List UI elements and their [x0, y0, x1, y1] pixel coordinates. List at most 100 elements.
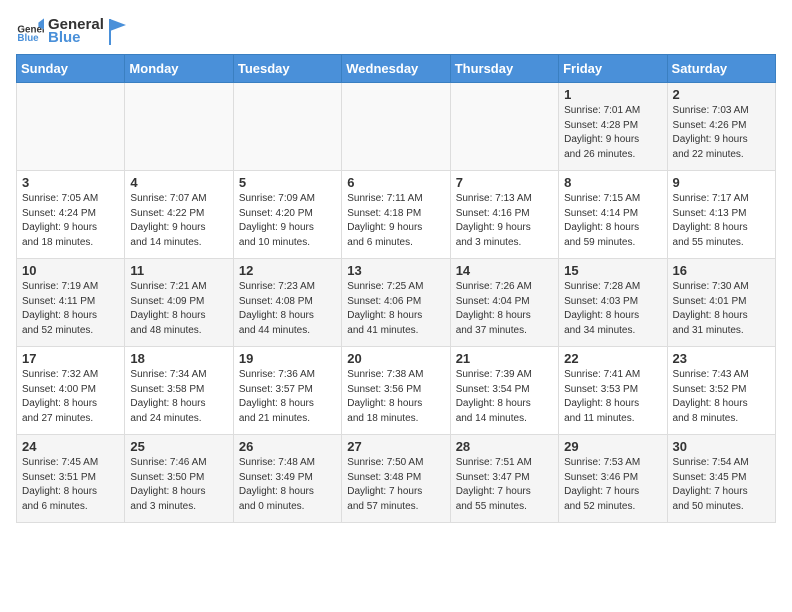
calendar-cell: 4 Sunrise: 7:07 AM Sunset: 4:22 PM Daylig… — [125, 171, 233, 259]
day-number: 21 — [456, 351, 553, 366]
day-info: Sunrise: 7:17 AM Sunset: 4:13 PM Dayligh… — [673, 192, 770, 250]
calendar-cell: 21 Sunrise: 7:39 AM Sunset: 3:54 PM Dayli… — [450, 347, 558, 435]
weekday-header-monday: Monday — [125, 55, 233, 83]
day-number: 26 — [239, 439, 336, 454]
calendar-cell — [17, 83, 125, 171]
day-info: Sunrise: 7:03 AM Sunset: 4:26 PM Dayligh… — [673, 104, 770, 162]
calendar-cell: 30Sunrise: 7:54 AM Sunset: 3:45 PM Dayli… — [667, 435, 775, 523]
calendar-cell: 16 Sunrise: 7:30 AM Sunset: 4:01 PM Dayli… — [667, 259, 775, 347]
calendar-cell: 24 Sunrise: 7:45 AM Sunset: 3:51 PM Dayli… — [17, 435, 125, 523]
day-number: 9 — [673, 175, 770, 190]
day-info: Sunrise: 7:01 AM Sunset: 4:28 PM Dayligh… — [564, 104, 661, 162]
day-number: 3 — [22, 175, 119, 190]
day-info: Sunrise: 7:39 AM Sunset: 3:54 PM Dayligh… — [456, 368, 553, 426]
calendar-cell: 22 Sunrise: 7:41 AM Sunset: 3:53 PM Dayli… — [559, 347, 667, 435]
day-number: 29 — [564, 439, 661, 454]
day-info: Sunrise: 7:38 AM Sunset: 3:56 PM Dayligh… — [347, 368, 444, 426]
calendar-cell — [233, 83, 341, 171]
day-number: 30 — [673, 439, 770, 454]
logo-flag-icon — [108, 17, 128, 45]
weekday-header-friday: Friday — [559, 55, 667, 83]
day-number: 2 — [673, 87, 770, 102]
calendar-cell: 25 Sunrise: 7:46 AM Sunset: 3:50 PM Dayli… — [125, 435, 233, 523]
calendar-cell: 17 Sunrise: 7:32 AM Sunset: 4:00 PM Dayli… — [17, 347, 125, 435]
calendar-cell: 23 Sunrise: 7:43 AM Sunset: 3:52 PM Dayli… — [667, 347, 775, 435]
calendar-cell: 15 Sunrise: 7:28 AM Sunset: 4:03 PM Dayli… — [559, 259, 667, 347]
day-info: Sunrise: 7:41 AM Sunset: 3:53 PM Dayligh… — [564, 368, 661, 426]
day-number: 23 — [673, 351, 770, 366]
calendar-cell: 14 Sunrise: 7:26 AM Sunset: 4:04 PM Dayli… — [450, 259, 558, 347]
day-number: 25 — [130, 439, 227, 454]
day-number: 17 — [22, 351, 119, 366]
day-info: Sunrise: 7:09 AM Sunset: 4:20 PM Dayligh… — [239, 192, 336, 250]
day-info: Sunrise: 7:26 AM Sunset: 4:04 PM Dayligh… — [456, 280, 553, 338]
day-number: 1 — [564, 87, 661, 102]
day-info: Sunrise: 7:25 AM Sunset: 4:06 PM Dayligh… — [347, 280, 444, 338]
day-info: Sunrise: 7:50 AM Sunset: 3:48 PM Dayligh… — [347, 456, 444, 514]
calendar-cell: 5 Sunrise: 7:09 AM Sunset: 4:20 PM Daylig… — [233, 171, 341, 259]
day-number: 15 — [564, 263, 661, 278]
day-number: 7 — [456, 175, 553, 190]
day-number: 5 — [239, 175, 336, 190]
calendar-cell: 11 Sunrise: 7:21 AM Sunset: 4:09 PM Dayli… — [125, 259, 233, 347]
day-number: 14 — [456, 263, 553, 278]
day-number: 16 — [673, 263, 770, 278]
day-info: Sunrise: 7:23 AM Sunset: 4:08 PM Dayligh… — [239, 280, 336, 338]
calendar-cell: 13 Sunrise: 7:25 AM Sunset: 4:06 PM Dayli… — [342, 259, 450, 347]
day-info: Sunrise: 7:19 AM Sunset: 4:11 PM Dayligh… — [22, 280, 119, 338]
day-info: Sunrise: 7:07 AM Sunset: 4:22 PM Dayligh… — [130, 192, 227, 250]
calendar-cell: 19 Sunrise: 7:36 AM Sunset: 3:57 PM Dayli… — [233, 347, 341, 435]
calendar-cell — [342, 83, 450, 171]
day-number: 11 — [130, 263, 227, 278]
day-info: Sunrise: 7:46 AM Sunset: 3:50 PM Dayligh… — [130, 456, 227, 514]
day-info: Sunrise: 7:28 AM Sunset: 4:03 PM Dayligh… — [564, 280, 661, 338]
day-number: 6 — [347, 175, 444, 190]
calendar-cell: 28Sunrise: 7:51 AM Sunset: 3:47 PM Dayli… — [450, 435, 558, 523]
weekday-header-wednesday: Wednesday — [342, 55, 450, 83]
day-number: 8 — [564, 175, 661, 190]
day-number: 19 — [239, 351, 336, 366]
calendar-cell: 1 Sunrise: 7:01 AM Sunset: 4:28 PM Daylig… — [559, 83, 667, 171]
day-number: 4 — [130, 175, 227, 190]
calendar-cell: 9 Sunrise: 7:17 AM Sunset: 4:13 PM Daylig… — [667, 171, 775, 259]
calendar-cell: 3 Sunrise: 7:05 AM Sunset: 4:24 PM Daylig… — [17, 171, 125, 259]
day-info: Sunrise: 7:30 AM Sunset: 4:01 PM Dayligh… — [673, 280, 770, 338]
weekday-header-tuesday: Tuesday — [233, 55, 341, 83]
day-number: 28 — [456, 439, 553, 454]
calendar-cell: 10 Sunrise: 7:19 AM Sunset: 4:11 PM Dayli… — [17, 259, 125, 347]
day-info: Sunrise: 7:45 AM Sunset: 3:51 PM Dayligh… — [22, 456, 119, 514]
day-info: Sunrise: 7:53 AM Sunset: 3:46 PM Dayligh… — [564, 456, 661, 514]
weekday-header-sunday: Sunday — [17, 55, 125, 83]
day-info: Sunrise: 7:34 AM Sunset: 3:58 PM Dayligh… — [130, 368, 227, 426]
day-info: Sunrise: 7:48 AM Sunset: 3:49 PM Dayligh… — [239, 456, 336, 514]
day-info: Sunrise: 7:21 AM Sunset: 4:09 PM Dayligh… — [130, 280, 227, 338]
day-info: Sunrise: 7:13 AM Sunset: 4:16 PM Dayligh… — [456, 192, 553, 250]
calendar-cell: 18 Sunrise: 7:34 AM Sunset: 3:58 PM Dayli… — [125, 347, 233, 435]
day-info: Sunrise: 7:43 AM Sunset: 3:52 PM Dayligh… — [673, 368, 770, 426]
day-info: Sunrise: 7:36 AM Sunset: 3:57 PM Dayligh… — [239, 368, 336, 426]
page-header: General Blue General Blue — [16, 16, 776, 46]
calendar-cell: 27 Sunrise: 7:50 AM Sunset: 3:48 PM Dayli… — [342, 435, 450, 523]
logo-icon: General Blue — [16, 17, 44, 45]
calendar-cell — [125, 83, 233, 171]
weekday-header-thursday: Thursday — [450, 55, 558, 83]
day-number: 10 — [22, 263, 119, 278]
day-info: Sunrise: 7:32 AM Sunset: 4:00 PM Dayligh… — [22, 368, 119, 426]
day-number: 13 — [347, 263, 444, 278]
svg-text:Blue: Blue — [17, 33, 39, 44]
calendar-cell — [450, 83, 558, 171]
day-number: 24 — [22, 439, 119, 454]
day-info: Sunrise: 7:11 AM Sunset: 4:18 PM Dayligh… — [347, 192, 444, 250]
day-info: Sunrise: 7:05 AM Sunset: 4:24 PM Dayligh… — [22, 192, 119, 250]
weekday-header-saturday: Saturday — [667, 55, 775, 83]
day-number: 27 — [347, 439, 444, 454]
calendar-cell: 7 Sunrise: 7:13 AM Sunset: 4:16 PM Daylig… — [450, 171, 558, 259]
day-number: 12 — [239, 263, 336, 278]
calendar-cell: 6 Sunrise: 7:11 AM Sunset: 4:18 PM Daylig… — [342, 171, 450, 259]
calendar-table: SundayMondayTuesdayWednesdayThursdayFrid… — [16, 54, 776, 523]
calendar-cell: 12 Sunrise: 7:23 AM Sunset: 4:08 PM Dayli… — [233, 259, 341, 347]
calendar-cell: 2 Sunrise: 7:03 AM Sunset: 4:26 PM Daylig… — [667, 83, 775, 171]
calendar-cell: 8Sunrise: 7:15 AM Sunset: 4:14 PM Daylig… — [559, 171, 667, 259]
day-number: 22 — [564, 351, 661, 366]
day-number: 18 — [130, 351, 227, 366]
